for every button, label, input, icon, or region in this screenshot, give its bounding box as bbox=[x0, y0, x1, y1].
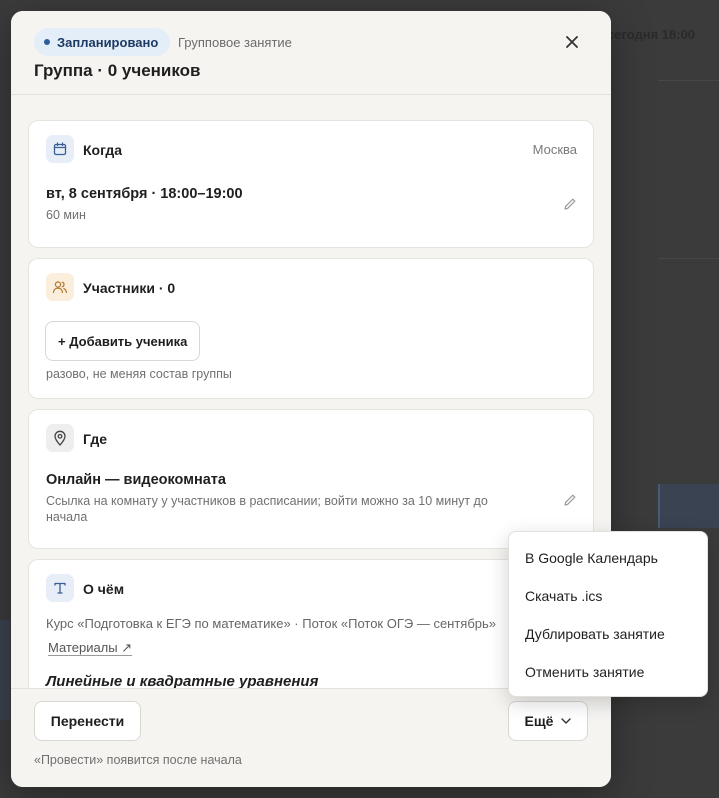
participants-card: Участники · 0 + Добавить ученика разово,… bbox=[28, 258, 594, 399]
course-line: Курс «Подготовка к ЕГЭ по математике» · … bbox=[46, 616, 497, 631]
backdrop-event-block bbox=[658, 484, 719, 528]
backdrop-header-fragment: сегодня 18:00 bbox=[607, 27, 696, 42]
timezone-label: Москва bbox=[532, 142, 577, 157]
backdrop-divider bbox=[658, 258, 719, 259]
edit-when-pencil-icon[interactable] bbox=[561, 195, 579, 213]
calendar-icon bbox=[46, 135, 74, 163]
participants-note: разово, не меняя состав группы bbox=[46, 367, 232, 381]
when-card: Когда Москва вт, 8 сентября · 18:00–19:0… bbox=[28, 120, 594, 248]
participants-title: Участники · 0 bbox=[83, 280, 176, 296]
more-menu: В Google Календарь Скачать .ics Дублиров… bbox=[508, 531, 708, 697]
close-icon bbox=[566, 36, 578, 48]
backdrop-event-strip bbox=[0, 620, 10, 720]
menu-item-cancel-session[interactable]: Отменить занятие bbox=[509, 653, 707, 691]
menu-item-duplicate-session[interactable]: Дублировать занятие bbox=[509, 615, 707, 653]
where-title: Где bbox=[83, 431, 108, 447]
session-type: Групповое занятие bbox=[178, 35, 292, 50]
session-datetime: вт, 8 сентября · 18:00–19:00 bbox=[46, 186, 243, 202]
menu-item-download-ics[interactable]: Скачать .ics bbox=[509, 577, 707, 615]
location-name: Онлайн — видеокомната bbox=[46, 472, 226, 488]
session-duration: 60 мин bbox=[46, 208, 86, 222]
add-student-button[interactable]: + Добавить ученика bbox=[45, 321, 201, 361]
status-badge: Запланировано bbox=[34, 28, 171, 56]
chevron-down-icon bbox=[561, 718, 572, 724]
when-title: Когда bbox=[83, 142, 123, 158]
status-dot-icon bbox=[44, 39, 50, 45]
edit-where-pencil-icon[interactable] bbox=[561, 491, 579, 509]
close-button[interactable] bbox=[560, 30, 584, 54]
reschedule-button[interactable]: Перенести bbox=[34, 701, 141, 741]
materials-link[interactable]: Материалы ↗ bbox=[48, 640, 132, 656]
about-title: О чём bbox=[83, 581, 125, 597]
text-format-icon bbox=[46, 574, 74, 602]
modal-header: Запланировано Групповое занятие Группа ·… bbox=[11, 11, 611, 95]
status-label: Запланировано bbox=[57, 34, 159, 50]
location-description: Ссылка на комнату у участников в расписа… bbox=[46, 494, 488, 524]
lesson-topic: Линейные и квадратные уравнения bbox=[46, 673, 319, 688]
backdrop-divider bbox=[658, 80, 719, 81]
where-card: Где Онлайн — видеокомната Ссылка на комн… bbox=[28, 409, 594, 549]
location-pin-icon bbox=[46, 424, 74, 452]
modal-footer: Перенести Ещё «Провести» появится после … bbox=[11, 688, 611, 787]
more-button[interactable]: Ещё bbox=[508, 701, 588, 741]
more-button-label: Ещё bbox=[524, 713, 554, 729]
footer-note: «Провести» появится после начала bbox=[34, 753, 242, 767]
users-icon bbox=[46, 273, 74, 301]
modal-title: Группа · 0 учеников bbox=[34, 61, 201, 80]
menu-item-google-calendar[interactable]: В Google Календарь bbox=[509, 539, 707, 577]
